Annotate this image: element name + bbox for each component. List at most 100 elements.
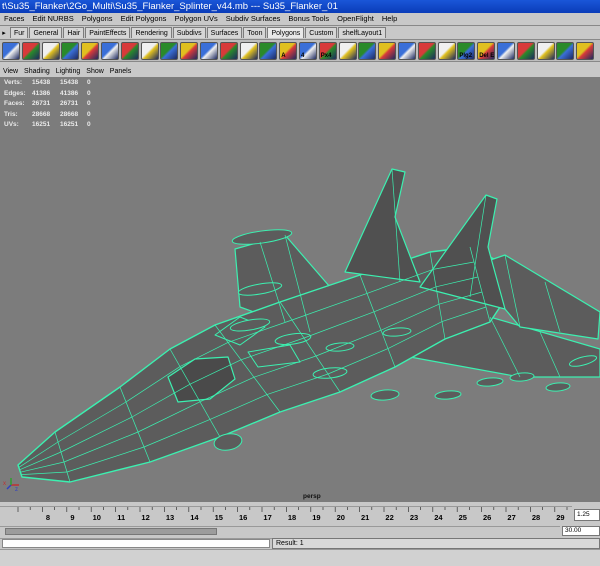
shelf-tool-icon[interactable] (536, 42, 555, 60)
shelf-tool-icon[interactable] (437, 42, 456, 60)
shelf-tool-icon[interactable] (398, 42, 416, 60)
shelf-tool-icon[interactable] (81, 42, 100, 60)
menu-subdiv-surfaces[interactable]: Subdiv Surfaces (222, 13, 285, 25)
menu-polygons[interactable]: Polygons (78, 13, 117, 25)
tab-subdivs[interactable]: Subdivs (172, 27, 206, 38)
timeline-ticks: 8 9 10 11 12 13 14 15 16 17 18 19 20 21 22 23 24 25 26 27 28… (17, 507, 568, 522)
time-slider[interactable]: 8 9 10 11 12 13 14 15 16 17 18 19 20 21 22 23 24 25 26 27 28… (0, 506, 572, 526)
hud-value: 16251 (32, 121, 51, 128)
shelf-icon-label: Del E (479, 53, 495, 59)
tab-general[interactable]: General (29, 27, 63, 38)
hud-row-faces: Faces: 26731 26731 0 (4, 99, 97, 110)
shelf-icon-label: A (281, 53, 286, 59)
panel-menu-panels[interactable]: Panels (107, 66, 134, 77)
timeline-tick-label: 20 (337, 513, 345, 522)
timeline-tick-label: 13 (166, 513, 174, 522)
timeline-tick-label: 12 (141, 513, 149, 522)
menu-openflight[interactable]: OpenFlight (333, 13, 378, 25)
menu-bonus-tools[interactable]: Bonus Tools (284, 13, 333, 25)
shelf-icon-label: 4 (301, 53, 305, 59)
hud-value: 41386 (32, 89, 51, 97)
shelf-tool-icon[interactable] (378, 42, 397, 60)
shelf-tool-icon[interactable] (338, 42, 357, 60)
shelf-tool-icon[interactable] (140, 42, 159, 60)
tab-painteffects[interactable]: PaintEffects (85, 27, 131, 38)
hud-label: Edges: (4, 89, 26, 97)
pylon-store (545, 382, 571, 392)
shelf-tool-icon[interactable] (239, 42, 258, 60)
shelf-tabs: ▸ Fur General Hair PaintEffects Rendering Sub… (0, 27, 600, 39)
pylon-store (476, 377, 504, 387)
menu-polygon-uvs[interactable]: Polygon UVs (170, 13, 221, 25)
timeline-tick-label: 22 (385, 513, 393, 522)
shelf-tool-icon[interactable] (21, 42, 40, 60)
shelf-tool-icon[interactable] (41, 42, 60, 60)
timeline-tick-label: 9 (70, 513, 74, 522)
timeline-tick-label: 21 (361, 513, 369, 522)
range-end-field[interactable]: 30.00 (562, 526, 600, 536)
tab-shelflayout1[interactable]: shelfLayout1 (338, 27, 387, 38)
timeline-tick-label: 27 (507, 513, 515, 522)
menu-help[interactable]: Help (378, 13, 401, 25)
shelf-icon-label: Plg2 (459, 53, 473, 59)
command-result: Result: 1 (272, 538, 600, 549)
shelf-tool-icon[interactable] (2, 42, 20, 60)
tab-toon[interactable]: Toon (243, 27, 267, 38)
shelf-tool-icon[interactable] (556, 42, 575, 60)
shelf-tool-icon[interactable] (61, 42, 80, 60)
shelf-tool-icon[interactable] (101, 42, 119, 60)
timeline-tick-label: 29 (556, 513, 564, 522)
shelf-tool-icon[interactable] (180, 42, 199, 60)
hud-value: 0 (87, 89, 91, 97)
panel-menu-show[interactable]: Show (83, 66, 107, 77)
tab-rendering[interactable]: Rendering (131, 27, 172, 38)
menu-faces[interactable]: Faces (0, 13, 28, 25)
current-frame-field[interactable]: 1.25 (574, 509, 600, 521)
axis-z-label: z (15, 487, 18, 491)
timeline-tick-label: 26 (483, 513, 491, 522)
menu-edit-nurbs[interactable]: Edit NURBS (28, 13, 77, 25)
shelf-tool-icon[interactable] (120, 42, 139, 60)
range-slider-handle[interactable] (5, 528, 217, 535)
shelf-tool-icon[interactable] (576, 42, 595, 60)
shelf-tool-icon[interactable] (497, 42, 515, 60)
shelf-tool-icon[interactable] (417, 42, 436, 60)
pylon-store (434, 390, 462, 400)
timeline-tick-label: 23 (410, 513, 418, 522)
axis-gizmo-icon: x z (3, 478, 19, 491)
tab-polygons[interactable]: Polygons (267, 27, 305, 38)
left-vertical-tail (344, 168, 421, 283)
shelf-tool-icon[interactable] (219, 42, 238, 60)
jet-mesh (17, 168, 600, 483)
axis-x-label: x (3, 481, 6, 487)
timeline-tick-label: 16 (239, 513, 247, 522)
shelf-tool-icon[interactable] (516, 42, 535, 60)
hud-value: 0 (87, 121, 91, 128)
hud-row-edges: Edges: 41386 41386 0 (4, 89, 97, 100)
main-menubar: Faces Edit NURBS Polygons Edit Polygons Poly… (0, 13, 600, 25)
panel-menu-lighting[interactable]: Lighting (53, 66, 84, 77)
hud-value: 15438 (60, 79, 79, 86)
timeline-tick-label: 28 (532, 513, 540, 522)
tab-hair[interactable]: Hair (63, 27, 85, 38)
timeline-tick-label: 25 (459, 513, 467, 522)
shelf-menu-caret-icon[interactable]: ▸ (0, 28, 8, 39)
shelf-tool-icon[interactable] (160, 42, 179, 60)
perspective-viewport[interactable]: Verts: 15438 15438 0 Edges: 41386 41386 … (0, 77, 600, 502)
timeline-tick-label: 15 (215, 513, 223, 522)
hud-value: 0 (87, 79, 91, 86)
tab-surfaces[interactable]: Surfaces (206, 27, 243, 38)
hud-row-uvs: UVs: 16251 16251 0 (4, 120, 97, 131)
tab-custom[interactable]: Custom (305, 27, 338, 38)
hud-label: Faces: (4, 100, 25, 107)
tab-fur[interactable]: Fur (9, 27, 29, 38)
shelf-tool-icon[interactable] (259, 42, 278, 60)
panel-menu-shading[interactable]: Shading (21, 66, 53, 77)
menu-edit-polygons[interactable]: Edit Polygons (117, 13, 171, 25)
timeline-tick-label: 24 (434, 513, 443, 522)
panel-menu-view[interactable]: View (0, 66, 21, 77)
jet-wireframe-model (17, 168, 600, 483)
command-input[interactable] (2, 539, 270, 548)
shelf-tool-icon[interactable] (358, 42, 377, 60)
shelf-tool-icon[interactable] (200, 42, 218, 60)
